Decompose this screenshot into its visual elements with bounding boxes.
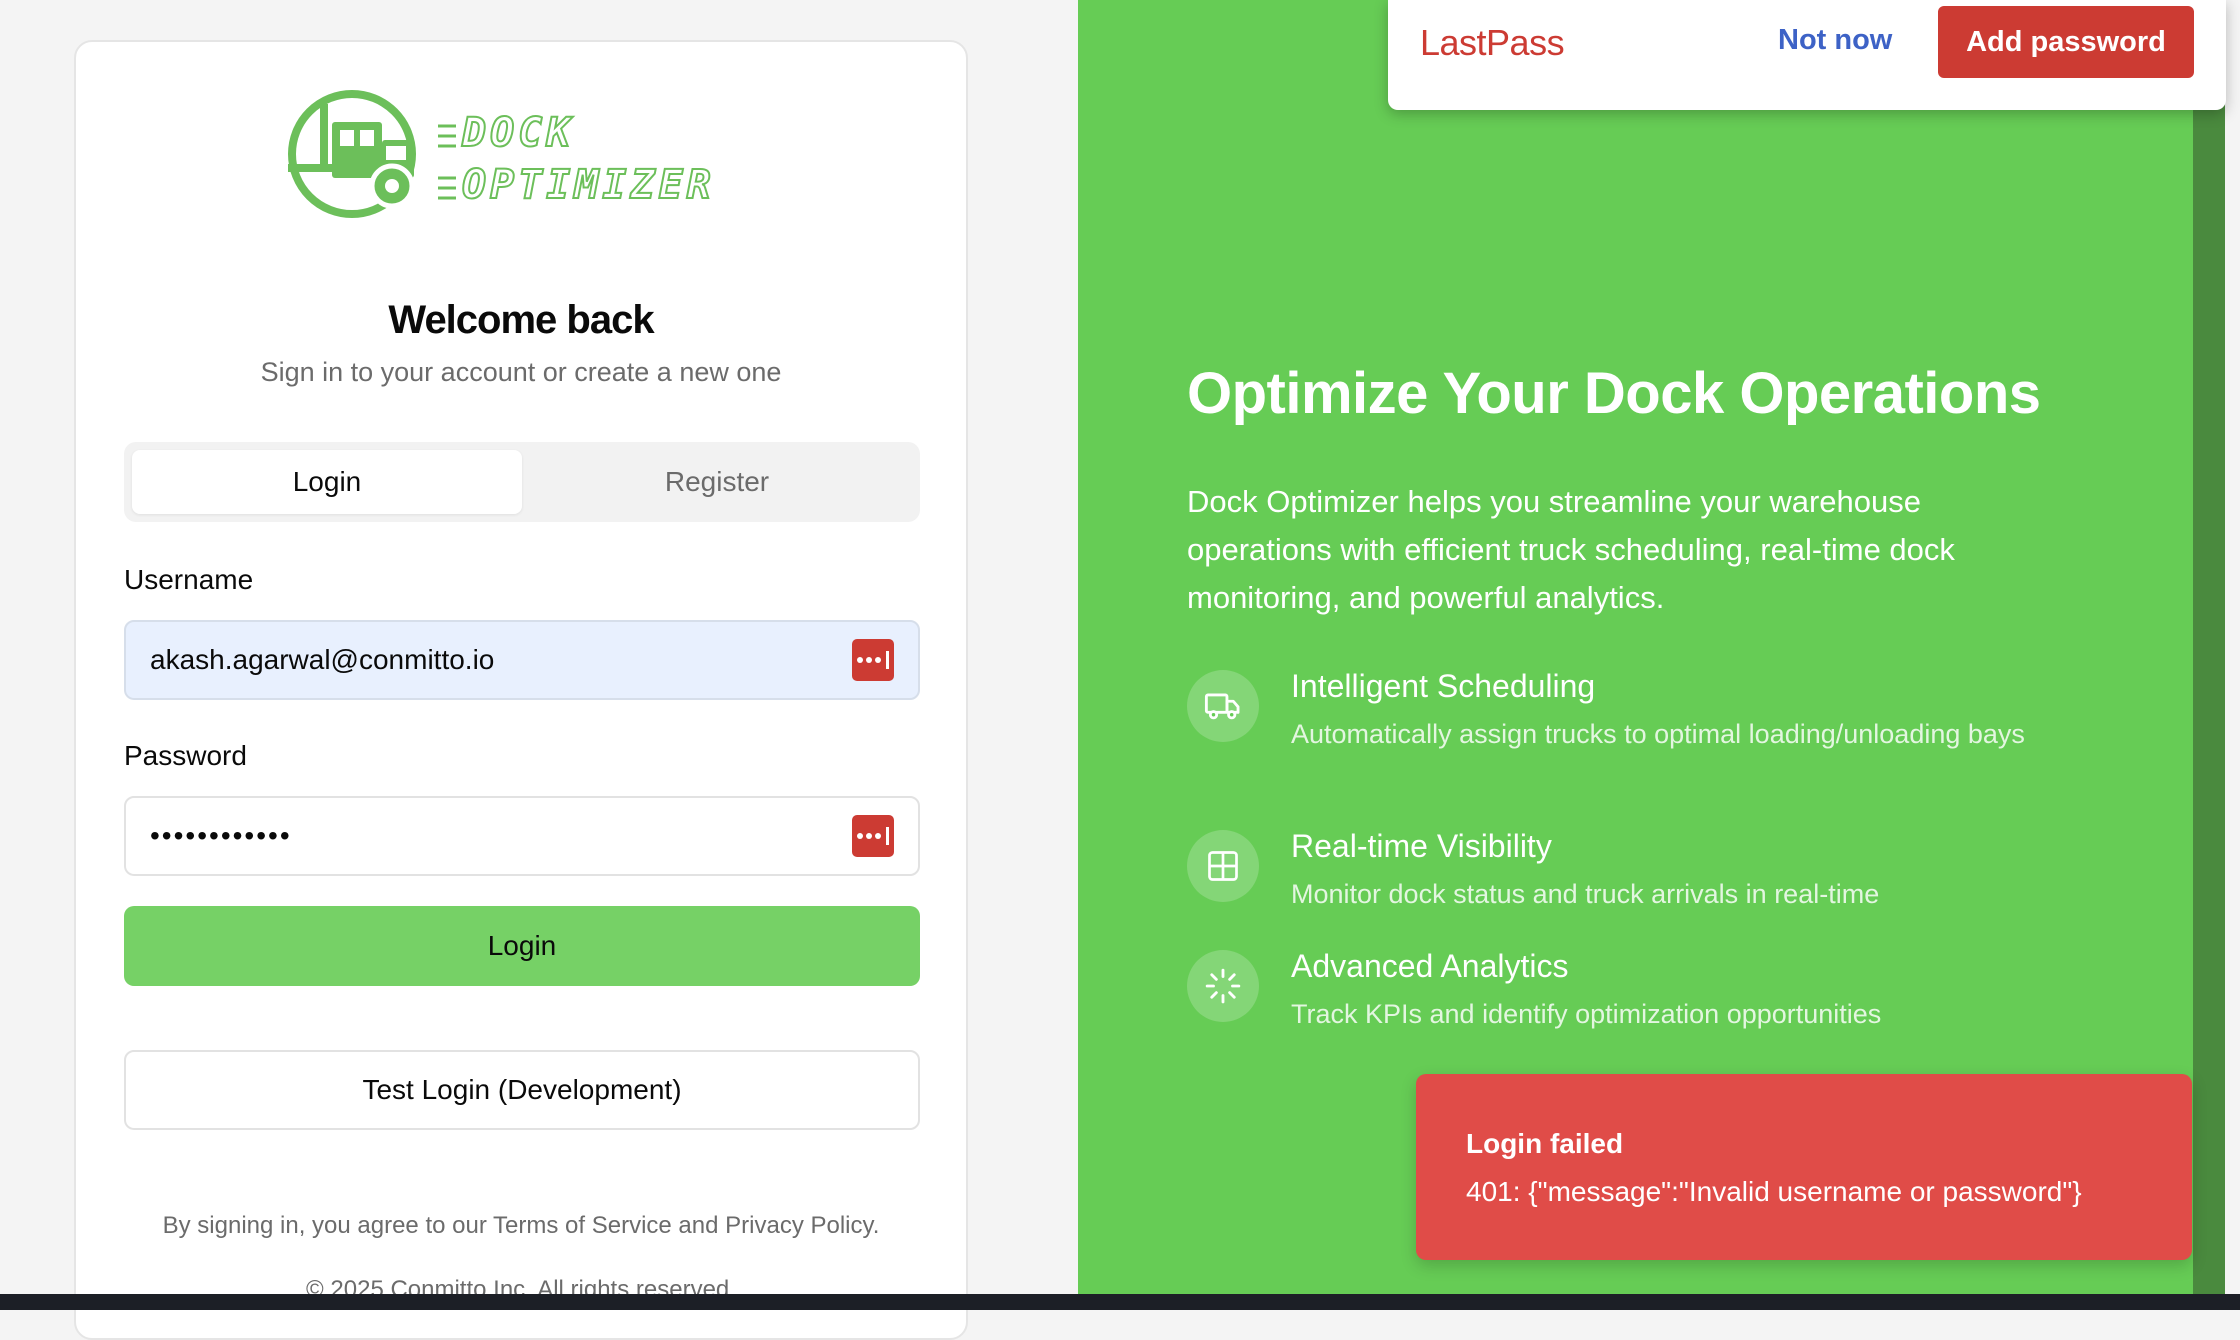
terms-text: By signing in, you agree to our Terms of… [162,1212,880,1239]
password-label: Password [124,740,247,771]
add-password-button[interactable]: Add password [1938,6,2194,78]
feature-description: Track KPIs and identify optimization opp… [1291,999,1882,1029]
logo-text-optimizer: OPTIMIZER [461,161,715,209]
lastpass-fill-icon[interactable] [852,639,894,681]
page-subtitle: Sign in to your account or create a new … [260,357,782,387]
dock-optimizer-logo: DOCK OPTIMIZER [286,88,756,228]
toast-title: Login failed [1466,1128,1624,1159]
lastpass-save-prompt: LastPass Not now Add password [1388,0,2226,110]
grid-icon [1187,830,1259,902]
auth-tabs: Login Register [124,442,920,522]
window-edge [2225,0,2240,1294]
window-bottom-bar [0,1294,2240,1310]
tab-login[interactable]: Login [132,450,522,514]
feature-description: Monitor dock status and truck arrivals i… [1291,879,1880,909]
hero-description: Dock Optimizer helps you streamline your… [1187,484,1955,615]
error-toast[interactable]: Login failed 401: {"message":"Invalid us… [1416,1074,2192,1260]
password-value: •••••••••••• [150,820,292,851]
truck-icon [1187,670,1259,742]
lastpass-fill-icon[interactable] [852,815,894,857]
password-field[interactable]: •••••••••••• [124,796,920,876]
tab-register[interactable]: Register [522,450,912,514]
page-title: Welcome back [388,298,654,342]
login-card: DOCK OPTIMIZER Welcome back Sign in to y… [74,40,968,1340]
username-value: akash.agarwal@conmitto.io [150,644,495,675]
not-now-button[interactable]: Not now [1778,24,1892,57]
hero-title: Optimize Your Dock Operations [1187,361,2041,426]
username-field[interactable]: akash.agarwal@conmitto.io [124,620,920,700]
feature-title: Real-time Visibility [1291,828,1552,864]
logo-text-dock: DOCK [461,109,575,157]
toast-message: 401: {"message":"Invalid username or pas… [1466,1176,2082,1207]
feature-description: Automatically assign trucks to optimal l… [1291,719,2025,749]
test-login-button[interactable]: Test Login (Development) [124,1050,920,1130]
loader-icon [1187,950,1259,1022]
feature-title: Advanced Analytics [1291,948,1569,984]
feature-title: Intelligent Scheduling [1291,668,1596,704]
page-scrollbar-track [2193,0,2225,1294]
login-button[interactable]: Login [124,906,920,986]
username-label: Username [124,564,254,595]
lastpass-logo: LastPass [1420,22,1565,63]
